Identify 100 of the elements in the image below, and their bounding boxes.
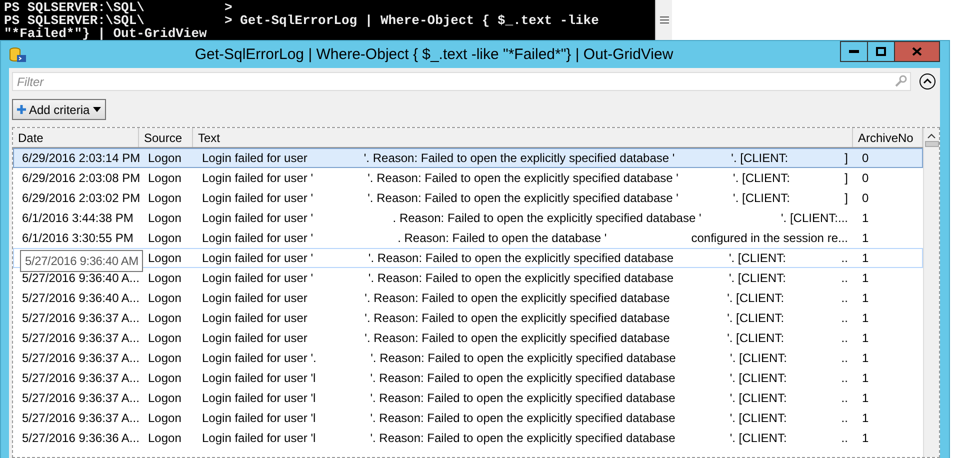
table-cell-text: '. [CLIENT:	[727, 310, 784, 327]
dropdown-icon	[92, 107, 101, 112]
table-cell-text: Login failed for user 'l	[202, 370, 316, 387]
table-cell-text: 1	[861, 390, 870, 407]
table-cell-text: 5/27/2016 9:36:37 A...	[21, 390, 140, 407]
scrollbar[interactable]	[655, 0, 672, 40]
table-cell-text: '. Reason: Failed to open the explicitly specified database	[368, 250, 674, 267]
table-cell-text: 5/27/2016 9:36:37 A...	[21, 410, 140, 427]
table-cell-text: Login failed for user 'l	[202, 430, 316, 447]
close-button[interactable]	[894, 41, 940, 62]
table-cell-text: 1	[861, 210, 870, 227]
table-cell-text: ..	[841, 270, 848, 287]
table-cell-text: 5/27/2016 9:36:37 A...	[21, 350, 140, 367]
table-cell-text: 5/27/2016 9:36:40 A...	[21, 270, 140, 287]
minimize-icon	[849, 50, 859, 53]
table-cell-text: Login failed for user '	[202, 210, 314, 227]
table-cell-text: Login failed for user	[202, 150, 308, 167]
table-cell-text: Login failed for user 'l	[202, 390, 316, 407]
table-cell-text: Login failed for user	[202, 290, 308, 307]
table-cell-text: Logon	[147, 250, 182, 267]
table-cell-text: Login failed for user '	[202, 270, 314, 287]
table-cell-text: ..	[841, 390, 848, 407]
table-cell-text: 6/1/2016 3:30:55 PM	[21, 230, 134, 247]
table-cell-text: '. [CLIENT:	[727, 330, 784, 347]
filter-field[interactable]: Filter	[12, 72, 911, 91]
table-cell-text: 1	[861, 330, 870, 347]
table-cell-text: ..	[841, 330, 848, 347]
table-row[interactable]: 6/29/2016 2:03:14 PM Logon Login failed for user '. Reason: Failed to open the explicitly specified database ' '. [CLIENT: ] 0	[13, 148, 923, 168]
table-cell-text: . Reason: Failed to open the explicitly specified database '	[392, 210, 702, 227]
table-cell-text: '. Reason: Failed to open the explicitly specified database '	[364, 150, 675, 167]
table-cell-text: Login failed for user '.	[202, 350, 316, 367]
database-shell-icon	[9, 46, 27, 62]
table-cell-text: Login failed for user '	[202, 250, 314, 267]
table-cell-text: ..	[841, 430, 848, 447]
tooltip: 5/27/2016 9:36:40 AM	[20, 250, 144, 272]
table-cell-text: '. Reason: Failed to open the explicitly specified database	[368, 270, 674, 287]
table-cell-text: 6/29/2016 2:03:14 PM	[21, 150, 140, 167]
scrollbar[interactable]	[923, 128, 939, 457]
table-cell-text: ..	[841, 310, 848, 327]
table-cell-text: Login failed for user	[202, 310, 308, 327]
table-cell-text: 0	[861, 190, 870, 207]
table-cell-text: '. [CLIENT:	[731, 150, 788, 167]
table-cell-text: . Reason: Failed to open the database '	[398, 230, 607, 247]
table-cell-text: Logon	[147, 370, 182, 387]
table-cell-text: Logon	[147, 330, 182, 347]
column-header[interactable]: Date	[13, 128, 139, 147]
table-cell-text: Login failed for user '	[202, 230, 314, 247]
table-cell-text: '. Reason: Failed to open the explicitly specified database	[364, 290, 670, 307]
table-cell-text: Logon	[147, 170, 182, 187]
table-cell-text: ..	[841, 410, 848, 427]
minimize-button[interactable]	[840, 41, 868, 62]
table-cell-text: '. Reason: Failed to open the explicitly specified database	[370, 410, 676, 427]
table-cell-text: Login failed for user '	[202, 190, 314, 207]
table-cell-text: '. [CLIENT:	[733, 170, 790, 187]
table-cell-text: Login failed for user	[202, 330, 308, 347]
console-text: PS SQLSERVER:\SQL\	[4, 1, 144, 14]
table-cell-text: ..	[841, 370, 848, 387]
table-cell-text: '. [CLIENT:	[728, 270, 786, 287]
table-cell-text: '. [CLIENT:	[733, 190, 790, 207]
table-cell-text: '. Reason: Failed to open the explicitly specified database '	[368, 190, 678, 207]
table-cell-text: 6/1/2016 3:44:38 PM	[21, 210, 134, 227]
table-cell-text: '. Reason: Failed to open the explicitly specified database	[364, 330, 670, 347]
table-cell-text: '. Reason: Failed to open the explicitly specified database	[364, 310, 670, 327]
table-cell-text: Logon	[147, 190, 182, 207]
table-cell-text: 1	[861, 410, 870, 427]
table-cell-text: ]	[844, 170, 848, 187]
table-cell-text: Logon	[147, 150, 182, 167]
grip-icon	[660, 16, 668, 24]
scroll-thumb[interactable]	[924, 141, 938, 147]
table-cell-text: '. [CLIENT:	[730, 430, 787, 447]
plus-icon	[17, 105, 26, 114]
column-header[interactable]: Text	[193, 128, 853, 147]
table-cell-text: 6/29/2016 2:03:02 PM	[21, 190, 140, 207]
table-cell-text: Logon	[147, 310, 182, 327]
table-cell-text: 1	[861, 310, 870, 327]
table-cell-text: '. [CLIENT:	[730, 350, 788, 367]
table-cell-text: ]	[844, 150, 848, 167]
collapse-icon[interactable]	[919, 73, 936, 90]
column-header[interactable]: Source	[139, 128, 193, 147]
table-cell-text: '. [CLIENT:	[727, 290, 784, 307]
add-criteria-button[interactable]: Add criteria	[12, 99, 106, 120]
console-text: >	[224, 1, 232, 14]
table-cell-text: '. [CLIENT:	[728, 250, 786, 267]
table-cell-text: '. [CLIENT:	[730, 410, 787, 427]
table-cell-text: Logon	[147, 430, 182, 447]
search-icon	[895, 75, 907, 87]
console-text: PS SQLSERVER:\SQL\	[4, 14, 144, 27]
table-cell-text: 1	[861, 430, 870, 447]
table-cell-text: 5/27/2016 9:36:36 A...	[21, 430, 140, 447]
table-cell-text: '. Reason: Failed to open the explicitly specified database	[370, 390, 676, 407]
table-cell-text: 1	[861, 270, 870, 287]
table-cell-text: '. [CLIENT:	[730, 390, 787, 407]
console-text: > Get-SqlErrorLog | Where-Object { $_.text -like	[224, 14, 599, 27]
table-cell-text: ]	[844, 190, 848, 207]
table-cell-text: 5/27/2016 9:36:37 A...	[21, 330, 140, 347]
table-cell-text: '. Reason: Failed to open the explicitly specified database	[370, 350, 676, 367]
table-cell-text: 1	[861, 370, 870, 387]
table-cell-text: 0	[861, 170, 870, 187]
table-cell-text: '. Reason: Failed to open the explicitly specified database '	[368, 170, 678, 187]
close-icon	[912, 47, 922, 56]
